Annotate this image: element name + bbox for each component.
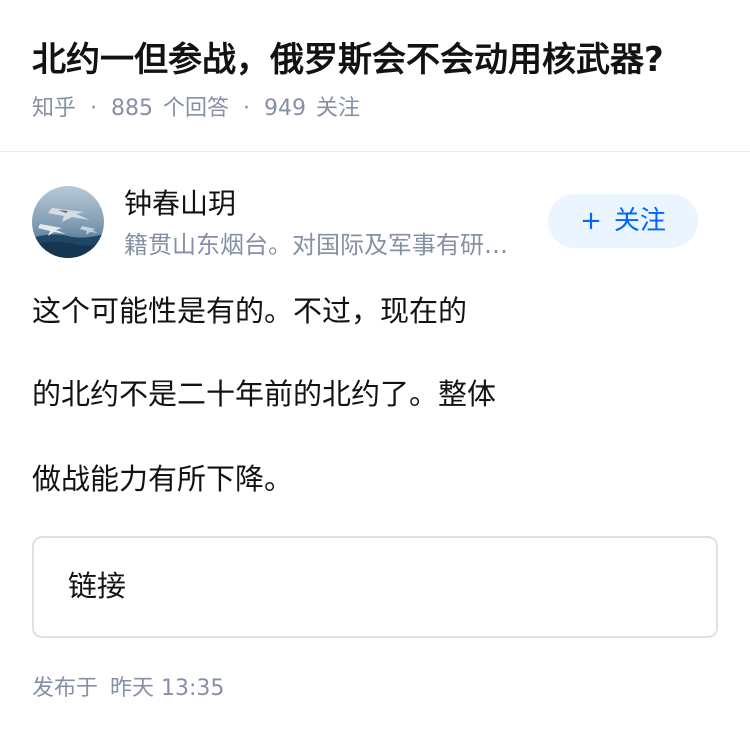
follower-count: 949 [264, 96, 307, 121]
separator-dot: · [243, 96, 251, 121]
question-header: 北约一但参战，俄罗斯会不会动用核武器? 知乎 · 885 个回答 · 949 关注 [0, 0, 750, 152]
author-avatar[interactable] [32, 186, 104, 258]
author-name[interactable]: 钟春山玥 [124, 184, 236, 224]
follow-button-label: 关注 [613, 206, 666, 236]
follower-count-label: 关注 [316, 96, 361, 121]
plus-icon: + [580, 206, 602, 236]
answer-count: 885 [111, 96, 154, 121]
answer-paragraph: 的北约不是二十年前的北约了。整体 [32, 377, 497, 411]
publish-timestamp: 昨天 13:35 [110, 676, 225, 701]
question-title[interactable]: 北约一但参战，俄罗斯会不会动用核武器? [32, 36, 664, 84]
fighter-jet-avatar-icon [32, 186, 104, 258]
answer-paragraph: 做战能力有所下降。 [32, 462, 294, 496]
source-label[interactable]: 知乎 [32, 96, 76, 121]
question-meta: 知乎 · 885 个回答 · 949 关注 [32, 92, 360, 126]
follow-button[interactable]: + 关注 [548, 194, 698, 248]
publish-time: 发布于 昨天 13:35 [32, 672, 224, 706]
link-card-label: 链接 [68, 569, 127, 603]
author-bio: 籍贯山东烟台。对国际及军事有研… [124, 231, 508, 259]
answer-paragraph: 这个可能性是有的。不过，现在的 [32, 294, 468, 328]
publish-prefix: 发布于 [32, 676, 99, 701]
link-card[interactable]: 链接 [32, 536, 718, 638]
answer-page: 北约一但参战，俄罗斯会不会动用核武器? 知乎 · 885 个回答 · 949 关注 钟春山玥… [0, 0, 750, 740]
answer-count-label: 个回答 [163, 96, 230, 121]
separator-dot: · [90, 96, 98, 121]
